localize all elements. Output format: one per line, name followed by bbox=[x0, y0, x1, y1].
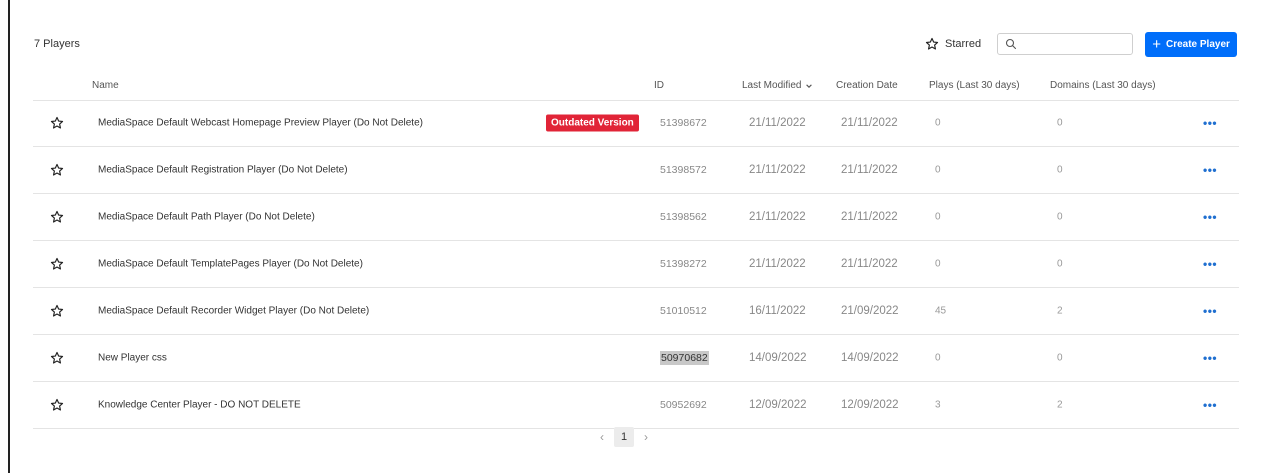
table-row[interactable]: New Player css 50970682 14/09/2022 14/09/20… bbox=[33, 335, 1239, 382]
more-actions-icon[interactable]: ••• bbox=[1203, 351, 1217, 365]
star-outline-icon[interactable] bbox=[50, 257, 64, 271]
table-row[interactable]: MediaSpace Default Recorder Widget Playe… bbox=[33, 288, 1239, 335]
more-actions-icon[interactable]: ••• bbox=[1203, 163, 1217, 177]
plus-icon: + bbox=[1152, 35, 1161, 53]
creation-date: 21/11/2022 bbox=[841, 164, 898, 176]
player-name[interactable]: New Player css bbox=[98, 353, 167, 364]
last-modified-date: 21/11/2022 bbox=[749, 258, 806, 270]
search-box[interactable] bbox=[997, 33, 1134, 55]
prev-page-button[interactable]: ‹ bbox=[600, 430, 604, 444]
player-id: 50970682 bbox=[660, 351, 709, 365]
search-icon bbox=[1006, 38, 1017, 50]
star-outline-icon[interactable] bbox=[50, 398, 64, 412]
table-header: Name ID Last Modified Creation Date Play… bbox=[33, 74, 1239, 101]
column-header-last-modified[interactable]: Last Modified bbox=[742, 80, 813, 91]
column-header-plays[interactable]: Plays (Last 30 days) bbox=[929, 80, 1020, 91]
star-outline-icon bbox=[925, 37, 939, 50]
star-outline-icon[interactable] bbox=[50, 210, 64, 224]
outdated-version-badge: Outdated Version bbox=[546, 114, 639, 132]
last-modified-date: 21/11/2022 bbox=[749, 211, 806, 223]
creation-date: 21/11/2022 bbox=[841, 211, 898, 223]
player-count: 7 Players bbox=[34, 38, 80, 50]
star-outline-icon[interactable] bbox=[50, 163, 64, 177]
player-id: 51398572 bbox=[660, 164, 707, 176]
domains-count: 0 bbox=[1057, 211, 1063, 223]
star-outline-icon[interactable] bbox=[50, 116, 64, 130]
table-row[interactable]: MediaSpace Default Path Player (Do Not D… bbox=[33, 194, 1239, 241]
more-actions-icon[interactable]: ••• bbox=[1203, 304, 1217, 318]
toolbar: Starred + Create Player bbox=[925, 31, 1238, 57]
column-header-last-modified-label: Last Modified bbox=[742, 80, 802, 91]
create-player-label: Create Player bbox=[1165, 38, 1230, 50]
player-name[interactable]: MediaSpace Default Recorder Widget Playe… bbox=[98, 306, 369, 317]
player-name[interactable]: MediaSpace Default Webcast Homepage Prev… bbox=[98, 118, 423, 129]
table-row[interactable]: Knowledge Center Player - DO NOT DELETE 5… bbox=[33, 382, 1239, 429]
last-modified-date: 14/09/2022 bbox=[749, 352, 807, 364]
starred-filter[interactable]: Starred bbox=[925, 37, 981, 51]
creation-date: 14/09/2022 bbox=[841, 352, 899, 364]
table-row[interactable]: MediaSpace Default Registration Player (… bbox=[33, 147, 1239, 194]
star-outline-icon[interactable] bbox=[50, 351, 64, 365]
creation-date: 21/11/2022 bbox=[841, 117, 898, 129]
players-table: MediaSpace Default Webcast Homepage Prev… bbox=[33, 100, 1239, 429]
player-name[interactable]: Knowledge Center Player - DO NOT DELETE bbox=[98, 400, 301, 411]
column-header-name[interactable]: Name bbox=[92, 80, 119, 91]
more-actions-icon[interactable]: ••• bbox=[1203, 116, 1217, 130]
domains-count: 2 bbox=[1057, 305, 1063, 317]
starred-label: Starred bbox=[945, 38, 982, 50]
player-id: 51010512 bbox=[660, 305, 707, 317]
domains-count: 0 bbox=[1057, 258, 1063, 270]
creation-date: 12/09/2022 bbox=[841, 399, 899, 411]
player-name[interactable]: MediaSpace Default Path Player (Do Not D… bbox=[98, 212, 315, 223]
more-actions-icon[interactable]: ••• bbox=[1203, 257, 1217, 271]
more-actions-icon[interactable]: ••• bbox=[1203, 398, 1217, 412]
left-border bbox=[8, 0, 10, 473]
last-modified-date: 16/11/2022 bbox=[749, 305, 806, 317]
chevron-down-icon bbox=[806, 83, 813, 88]
last-modified-date: 21/11/2022 bbox=[749, 117, 806, 129]
star-outline-icon[interactable] bbox=[50, 304, 64, 318]
current-page[interactable]: 1 bbox=[614, 427, 634, 447]
player-id: 51398272 bbox=[660, 258, 707, 270]
column-header-creation-date[interactable]: Creation Date bbox=[836, 80, 898, 91]
column-header-domains[interactable]: Domains (Last 30 days) bbox=[1050, 80, 1156, 91]
table-row[interactable]: MediaSpace Default Webcast Homepage Prev… bbox=[33, 100, 1239, 147]
table-row[interactable]: MediaSpace Default TemplatePages Player … bbox=[33, 241, 1239, 288]
column-header-id[interactable]: ID bbox=[654, 80, 664, 91]
domains-count: 0 bbox=[1057, 164, 1063, 176]
plays-count: 0 bbox=[935, 352, 941, 364]
plays-count: 45 bbox=[935, 305, 947, 317]
player-name[interactable]: MediaSpace Default TemplatePages Player … bbox=[98, 259, 363, 270]
player-id: 51398672 bbox=[660, 117, 707, 129]
search-input[interactable] bbox=[1023, 37, 1133, 51]
last-modified-date: 21/11/2022 bbox=[749, 164, 806, 176]
domains-count: 2 bbox=[1057, 399, 1063, 411]
domains-count: 0 bbox=[1057, 352, 1063, 364]
plays-count: 0 bbox=[935, 211, 941, 223]
plays-count: 0 bbox=[935, 258, 941, 270]
pagination: ‹ 1 › bbox=[600, 427, 648, 447]
plays-count: 0 bbox=[935, 164, 941, 176]
more-actions-icon[interactable]: ••• bbox=[1203, 210, 1217, 224]
player-id: 50952692 bbox=[660, 399, 707, 411]
player-name[interactable]: MediaSpace Default Registration Player (… bbox=[98, 165, 348, 176]
last-modified-date: 12/09/2022 bbox=[749, 399, 807, 411]
plays-count: 3 bbox=[935, 399, 941, 411]
creation-date: 21/09/2022 bbox=[841, 305, 899, 317]
next-page-button[interactable]: › bbox=[644, 430, 648, 444]
creation-date: 21/11/2022 bbox=[841, 258, 898, 270]
player-id: 51398562 bbox=[660, 211, 707, 223]
plays-count: 0 bbox=[935, 117, 941, 129]
create-player-button[interactable]: + Create Player bbox=[1145, 31, 1238, 57]
domains-count: 0 bbox=[1057, 117, 1063, 129]
